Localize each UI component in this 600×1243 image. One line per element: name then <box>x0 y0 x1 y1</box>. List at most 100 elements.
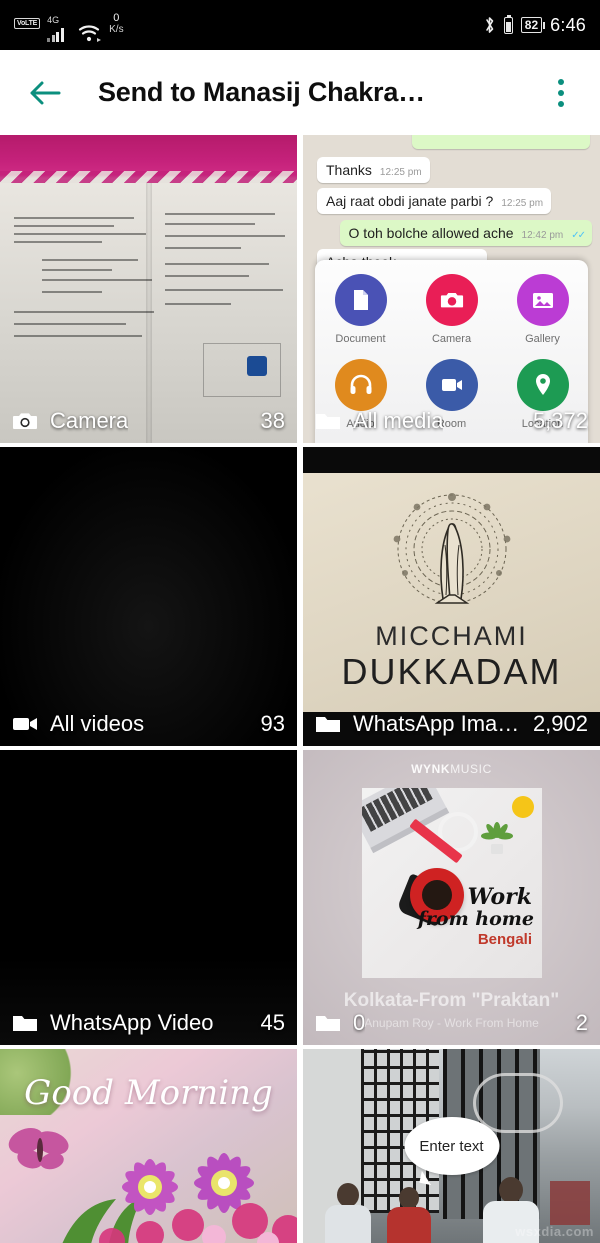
video-camera-glyph <box>13 718 37 730</box>
album-tile-camera[interactable]: Camera 38 <box>0 135 297 443</box>
album-caption: All media 5,372 <box>303 399 600 443</box>
camera-glyph <box>13 413 37 429</box>
flower-bouquet <box>0 1129 297 1243</box>
chat-message-text: Aaj raat obdi janate parbi ? <box>326 193 494 209</box>
person-head <box>399 1187 419 1209</box>
album-tile-all-media[interactable]: Thanks 12:25 pm Aaj raat obdi janate par… <box>303 135 600 443</box>
attachment-label: Camera <box>431 333 472 345</box>
bluetooth-icon <box>483 15 496 35</box>
folder-glyph <box>13 1016 37 1031</box>
wynk-brand-part2: MUSIC <box>450 762 492 776</box>
network-type-label: 4G <box>47 15 60 25</box>
album-count: 2,902 <box>532 711 588 736</box>
album-caption: WhatsApp Images 2,902 <box>303 702 600 746</box>
document-icon <box>334 274 387 326</box>
album-name: WhatsApp Video <box>50 1010 214 1035</box>
chat-message-time: 12:25 pm <box>379 167 422 178</box>
album-count: 2 <box>575 1010 588 1035</box>
micchami-card: MICCHAMI DUKKADAM <box>303 473 600 712</box>
data-speed-value: 0 <box>113 12 120 24</box>
attachment-label: Document <box>335 333 386 345</box>
cover-line3: Bengali <box>477 931 532 948</box>
signal-bars-icon: 4G <box>47 16 71 42</box>
album-name: All videos <box>50 711 145 736</box>
signal-bars-glyph <box>47 28 64 42</box>
bluetooth-glyph <box>485 17 494 33</box>
folder-glyph <box>316 414 340 429</box>
album-count: 45 <box>260 1010 285 1035</box>
album-count: 93 <box>260 711 285 736</box>
folder-glyph <box>316 1016 340 1031</box>
back-arrow-icon[interactable] <box>22 70 68 116</box>
chat-bubble: Aaj raat obdi janate parbi ? 12:25 pm <box>317 188 552 214</box>
micchami-line1: MICCHAMI <box>375 621 528 651</box>
video-camera-icon <box>12 713 38 735</box>
gate-ornament <box>473 1073 563 1133</box>
camera-icon <box>425 274 478 326</box>
overflow-menu-icon[interactable] <box>544 70 578 116</box>
status-bar-right: 82 6:46 <box>483 14 586 36</box>
album-caption: All videos 93 <box>0 702 297 746</box>
chat-message-time: 12:42 pm <box>521 230 564 241</box>
chat-bubble-partial <box>412 135 590 149</box>
chat-message-text: Thanks <box>326 162 372 178</box>
album-caption: Camera 38 <box>0 399 297 443</box>
location-pin-glyph <box>535 374 550 395</box>
folder-icon <box>315 410 341 432</box>
micchami-line2: DUKKADAM <box>341 651 562 692</box>
volte-icon: VoLTE <box>14 17 41 29</box>
person-body <box>325 1205 371 1243</box>
camera-glyph <box>440 292 463 308</box>
chat-message-time: 12:25 pm <box>501 198 544 209</box>
status-bar: VoLTE 4G 0 K/s 82 6:46 <box>0 0 600 50</box>
attachment-label: Gallery <box>525 333 560 345</box>
album-name: 0 <box>353 1010 366 1035</box>
wynk-brand-part1: WYNK <box>411 762 451 776</box>
app-bar: Send to Manasij Chakra… <box>0 50 600 135</box>
headphones-glyph <box>350 374 371 394</box>
chat-bubble-outgoing: O toh bolche allowed ache 12:42 pm ✓✓ <box>339 220 592 246</box>
album-thumbnail-good-morning: Good Morning <box>0 1049 297 1243</box>
back-arrow-glyph <box>30 81 61 104</box>
plant <box>480 822 514 856</box>
folder-icon <box>315 1012 341 1034</box>
album-caption: WhatsApp Video 45 <box>0 1001 297 1045</box>
album-tile-all-videos[interactable]: All videos 93 <box>0 447 297 746</box>
chat-bubble: Thanks 12:25 pm <box>317 157 430 183</box>
folder-icon <box>315 713 341 735</box>
watermark: wsxdia.com <box>515 1224 594 1239</box>
battery-icon <box>503 14 513 34</box>
album-tile-gate-photo[interactable]: wsxdia.com Enter text <box>303 1049 600 1243</box>
camera-icon <box>12 410 38 432</box>
attachment-option-document[interactable]: Document <box>315 274 406 345</box>
data-speed-unit: K/s <box>109 24 124 35</box>
album-name: Camera <box>50 408 129 433</box>
person-head <box>337 1183 359 1207</box>
plant-glyph <box>481 822 513 854</box>
album-name: All media <box>353 408 444 433</box>
passbook-signature-box <box>203 343 281 397</box>
wifi-glyph <box>79 25 102 42</box>
exclusive-badge <box>512 796 534 818</box>
enter-text-bubble[interactable]: Enter text <box>404 1117 499 1175</box>
status-bar-left: VoLTE 4G 0 K/s <box>14 8 124 42</box>
praying-hands-mandala-icon <box>393 493 510 604</box>
album-caption: 0 2 <box>303 1001 600 1045</box>
album-tile-whatsapp-video[interactable]: WhatsApp Video 45 <box>0 750 297 1045</box>
folder-icon <box>12 1012 38 1034</box>
battery-percent-label: 82 <box>520 17 546 33</box>
flowers-glyph <box>62 1153 297 1243</box>
album-thumbnail-passbook <box>0 135 297 443</box>
attachment-option-camera[interactable]: Camera <box>406 274 497 345</box>
person-head <box>499 1177 523 1203</box>
album-tile-good-morning[interactable]: Good Morning <box>0 1049 297 1243</box>
album-count: 5,372 <box>532 408 588 433</box>
album-name: WhatsApp Images <box>353 711 523 736</box>
gallery-icon <box>516 274 569 326</box>
folder-glyph <box>316 717 340 732</box>
gallery-glyph <box>532 293 553 308</box>
album-tile-zero[interactable]: WYNKMUSIC Work from home Bengali Kolkata… <box>303 750 600 1045</box>
album-tile-whatsapp-images[interactable]: MICCHAMI DUKKADAM WhatsApp Images 2,902 <box>303 447 600 746</box>
attachment-option-gallery[interactable]: Gallery <box>497 274 588 345</box>
data-speed-indicator: 0 K/s <box>109 12 124 36</box>
